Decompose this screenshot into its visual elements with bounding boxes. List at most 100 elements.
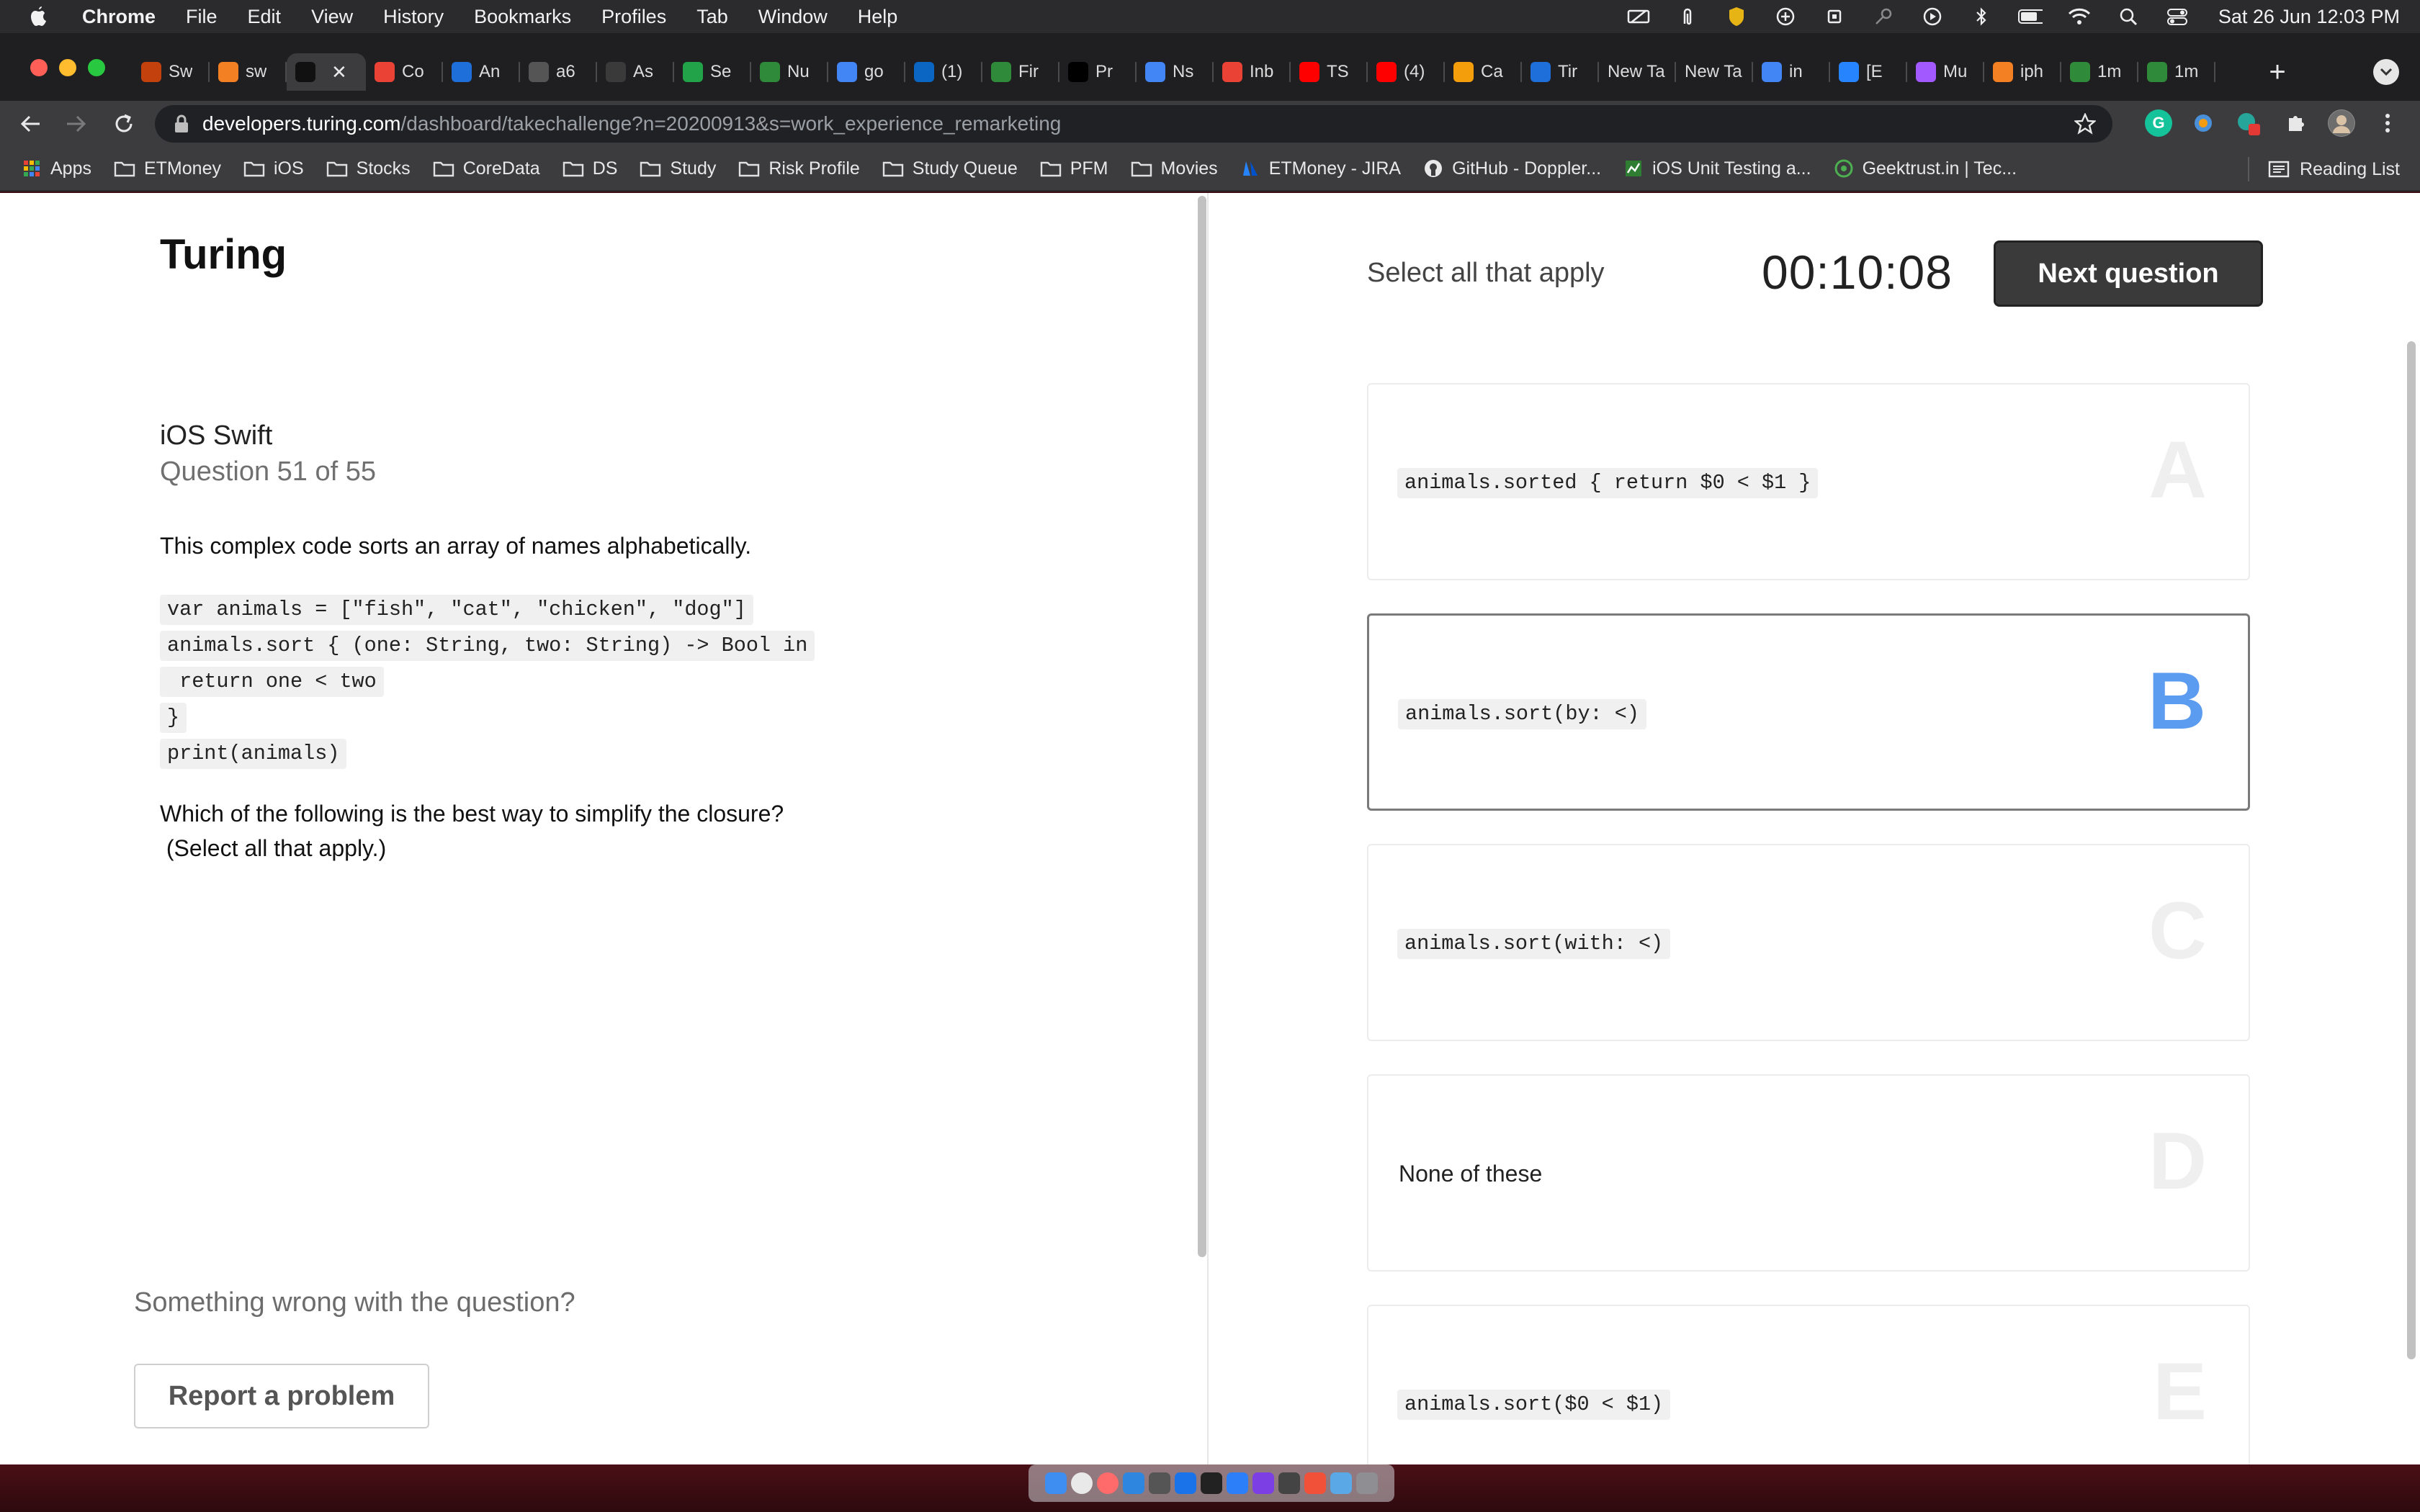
browser-tab[interactable]: a6 xyxy=(520,53,597,91)
bookmark-item[interactable]: PFM xyxy=(1040,158,1108,179)
left-scrollbar[interactable] xyxy=(1198,196,1206,1257)
close-tab-icon[interactable]: ✕ xyxy=(331,61,347,84)
menu-edit[interactable]: Edit xyxy=(248,6,282,28)
active-tab[interactable]: ✕ xyxy=(287,53,366,91)
bluetooth-icon[interactable] xyxy=(1969,6,1994,27)
trash-icon[interactable] xyxy=(1356,1472,1378,1494)
paperclip-icon[interactable] xyxy=(1675,6,1700,27)
folder-icon[interactable] xyxy=(1330,1472,1352,1494)
app-icon[interactable] xyxy=(1252,1472,1274,1494)
bookmark-item[interactable]: iOS Unit Testing a... xyxy=(1623,158,1811,179)
menu-profiles[interactable]: Profiles xyxy=(601,6,666,28)
menubar-clock[interactable]: Sat 26 Jun 12:03 PM xyxy=(2218,6,2400,28)
reading-list-button[interactable]: Reading List xyxy=(2248,147,2400,192)
browser-tab[interactable]: Ns xyxy=(1137,53,1214,91)
browser-tab[interactable]: As xyxy=(597,53,674,91)
browser-tab[interactable]: An xyxy=(443,53,520,91)
browser-tab[interactable]: New Ta xyxy=(1599,53,1676,91)
menu-bookmarks[interactable]: Bookmarks xyxy=(474,6,571,28)
lock-icon[interactable] xyxy=(174,114,189,134)
new-tab-button[interactable]: + xyxy=(2262,56,2293,88)
browser-tab[interactable]: New Ta xyxy=(1676,53,1753,91)
grammarly-extension-icon[interactable]: G xyxy=(2145,109,2172,137)
answer-option-a[interactable]: animals.sorted { return $0 < $1 } A xyxy=(1367,383,2250,580)
menu-view[interactable]: View xyxy=(311,6,353,28)
app-icon[interactable] xyxy=(1149,1472,1170,1494)
app-icon[interactable] xyxy=(1278,1472,1300,1494)
bookmark-item[interactable]: Stocks xyxy=(326,158,411,179)
battery-icon[interactable] xyxy=(2017,6,2043,27)
menu-app-name[interactable]: Chrome xyxy=(82,6,156,28)
next-question-button[interactable]: Next question xyxy=(1994,240,2263,307)
forward-button[interactable] xyxy=(60,108,92,140)
bookmark-item[interactable]: ETMoney xyxy=(114,158,221,179)
browser-tab[interactable]: 1m xyxy=(2061,53,2138,91)
menu-file[interactable]: File xyxy=(186,6,218,28)
apple-menu-icon[interactable] xyxy=(27,4,50,29)
browser-tab[interactable]: Se xyxy=(674,53,751,91)
zoom-window-button[interactable] xyxy=(88,59,105,76)
right-scrollbar[interactable] xyxy=(2407,341,2416,1359)
browser-tab[interactable]: Tir xyxy=(1522,53,1599,91)
menu-history[interactable]: History xyxy=(383,6,444,28)
browser-tab[interactable]: in xyxy=(1753,53,1830,91)
bookmark-item[interactable]: ETMoney - JIRA xyxy=(1240,158,1401,179)
xcode-icon[interactable] xyxy=(1123,1472,1144,1494)
browser-tab[interactable]: Nu xyxy=(751,53,828,91)
browser-tab[interactable]: Fir xyxy=(982,53,1059,91)
bookmark-item[interactable]: Geektrust.in | Tec... xyxy=(1834,158,2017,179)
bookmark-item[interactable]: DS xyxy=(563,158,617,179)
bookmark-item[interactable]: CoreData xyxy=(433,158,540,179)
bookmark-item[interactable]: iOS xyxy=(243,158,304,179)
answer-option-b[interactable]: animals.sort(by: <) B xyxy=(1367,613,2250,811)
browser-tab[interactable]: Sw xyxy=(133,53,210,91)
app-icon[interactable] xyxy=(1175,1472,1196,1494)
extensions-puzzle-icon[interactable] xyxy=(2282,109,2309,137)
address-bar[interactable]: developers.turing.com/dashboard/takechal… xyxy=(155,105,2112,143)
terminal-icon[interactable] xyxy=(1201,1472,1222,1494)
key-icon[interactable] xyxy=(1871,6,1896,27)
tab-search-button[interactable] xyxy=(2373,59,2399,85)
browser-tab[interactable]: Pr xyxy=(1059,53,1137,91)
report-problem-button[interactable]: Report a problem xyxy=(134,1364,429,1428)
bookmark-item[interactable]: Apps xyxy=(22,158,91,179)
browser-tab[interactable]: TS xyxy=(1291,53,1368,91)
swift-icon[interactable] xyxy=(1304,1472,1326,1494)
browser-tab[interactable]: go xyxy=(828,53,905,91)
browser-tab[interactable]: (1) xyxy=(905,53,982,91)
browser-tab[interactable]: 1m xyxy=(2138,53,2215,91)
bookmark-item[interactable]: Study xyxy=(640,158,716,179)
app-icon[interactable] xyxy=(1227,1472,1248,1494)
minimize-window-button[interactable] xyxy=(59,59,76,76)
browser-tab[interactable]: Ca xyxy=(1445,53,1522,91)
answer-option-c[interactable]: animals.sort(with: <) C xyxy=(1367,844,2250,1041)
bookmark-item[interactable]: Movies xyxy=(1131,158,1218,179)
bookmark-item[interactable]: Study Queue xyxy=(882,158,1018,179)
extension-icon[interactable] xyxy=(2190,109,2217,137)
turing-logo-text[interactable]: Turing xyxy=(160,230,287,279)
browser-tab[interactable]: [E xyxy=(1830,53,1907,91)
menu-window[interactable]: Window xyxy=(758,6,828,28)
bookmark-star-icon[interactable] xyxy=(2074,112,2097,135)
cpu-icon[interactable] xyxy=(1822,6,1847,27)
spotlight-search-icon[interactable] xyxy=(2116,6,2141,27)
browser-tab[interactable]: iph xyxy=(1984,53,2061,91)
chrome-icon[interactable] xyxy=(1071,1472,1093,1494)
close-window-button[interactable] xyxy=(30,59,48,76)
browser-tab[interactable]: (4) xyxy=(1368,53,1445,91)
bookmark-item[interactable]: Risk Profile xyxy=(738,158,860,179)
app-icon[interactable] xyxy=(1097,1472,1119,1494)
vpn-icon[interactable] xyxy=(1773,6,1798,27)
browser-tab[interactable]: Inb xyxy=(1214,53,1291,91)
browser-tab[interactable]: Co xyxy=(366,53,443,91)
play-icon[interactable] xyxy=(1920,6,1945,27)
control-center-icon[interactable] xyxy=(2165,6,2190,27)
shield-icon[interactable] xyxy=(1724,6,1749,27)
profile-avatar[interactable] xyxy=(2328,109,2355,137)
url-text[interactable]: developers.turing.com/dashboard/takechal… xyxy=(202,112,1061,135)
back-button[interactable] xyxy=(14,108,46,140)
answer-option-d[interactable]: None of these D xyxy=(1367,1074,2250,1272)
reload-button[interactable] xyxy=(108,108,140,140)
menu-tab[interactable]: Tab xyxy=(696,6,728,28)
extension-badge-icon[interactable] xyxy=(2234,109,2262,137)
